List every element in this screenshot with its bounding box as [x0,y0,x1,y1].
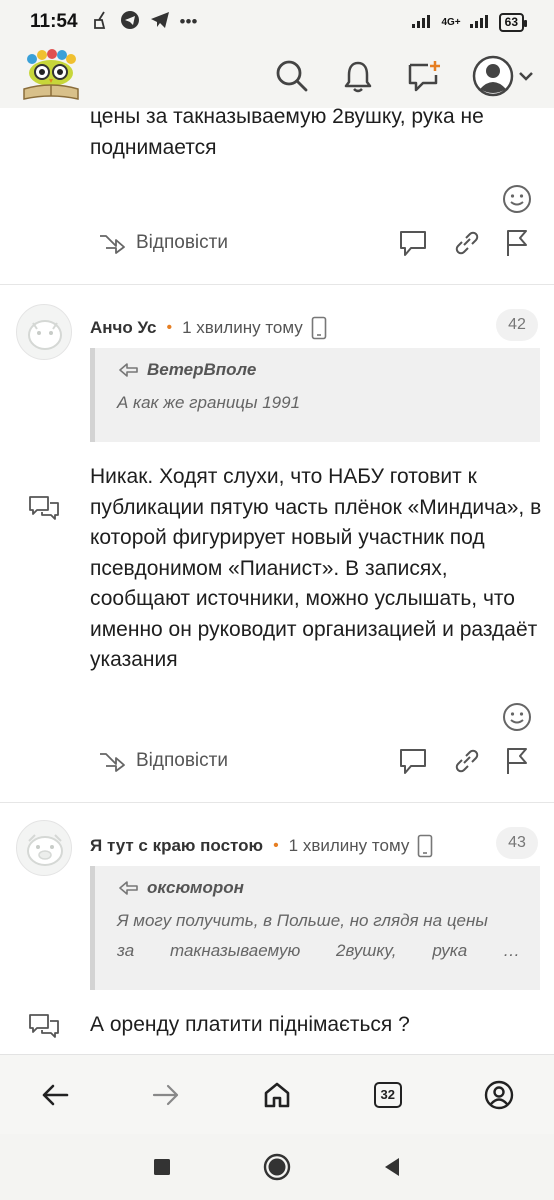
chat-bubble-icon[interactable] [398,746,428,776]
new-indicator-dot: • [273,837,279,854]
back-button[interactable] [30,1070,80,1120]
recents-square-icon[interactable] [153,1158,171,1176]
tabs-count: 32 [373,1081,402,1108]
new-comment-icon [408,61,440,92]
chat-bubbles-icon [29,496,59,520]
comments-feed[interactable]: цены за такназываемую 2вушку, рука не по… [0,108,554,1054]
quote-text-line: за такназываемую 2вушку, рука … [117,941,520,960]
account-button[interactable] [474,1070,524,1120]
home-icon [264,1082,290,1107]
forward-button[interactable] [141,1070,191,1120]
browser-bottom-nav: 32 [0,1054,554,1134]
status-time: 11:54 [30,11,78,32]
home-button[interactable] [252,1070,302,1120]
more-dots-icon: ••• [179,12,198,31]
quote-reply-icon [119,363,138,377]
comment-number-badge[interactable]: 42 [496,309,538,341]
quote-text: Я могу получить, в Польше, но глядя на ц… [117,911,488,930]
comment-author[interactable]: Анчо Ус [90,318,156,338]
chevron-down-icon [519,72,533,81]
broom-icon [92,11,110,34]
comment-time[interactable]: 1 хвилину тому [289,836,410,856]
partial-comment-text: цены за такназываемую 2вушку, рука не по… [90,108,484,159]
arrow-left-icon [43,1084,69,1105]
home-circle-icon[interactable] [263,1153,291,1181]
reply-button[interactable]: Відповісти [98,232,228,254]
link-icon[interactable] [452,228,480,258]
telegram-plane-icon [150,11,170,34]
quote-block[interactable]: оксюморон Я могу получить, в Польше, но … [90,866,540,990]
reply-button[interactable]: Відповісти [98,750,228,772]
smiley-icon [503,185,531,213]
user-avatar-icon [472,55,514,97]
comment-actions: Відповісти [0,744,554,784]
comment-time[interactable]: 1 хвилину тому [182,318,303,338]
chat-bubbles-icon [29,1014,59,1038]
smiley-icon [503,703,531,731]
flag-icon[interactable] [504,228,530,258]
back-triangle-icon[interactable] [383,1157,401,1177]
quote-reply-icon [119,881,138,895]
quote-text: А как же границы 1991 [117,393,301,412]
chat-bubble-icon[interactable] [398,228,428,258]
comment-divider [0,284,554,285]
reply-count-button[interactable] [28,494,60,522]
avatar[interactable] [16,820,72,876]
search-icon [276,60,308,92]
new-comment-button[interactable] [406,58,442,94]
link-icon[interactable] [452,746,480,776]
comment-actions: Відповісти [0,226,554,266]
signal-icon [411,13,433,32]
reaction-button[interactable] [502,702,532,732]
comment-body: Никак. Ходят слухи, что НАБУ готовит к п… [90,465,542,671]
tabs-button[interactable]: 32 [363,1070,413,1120]
reply-arrow-icon [100,753,125,772]
reply-arrow-icon [100,235,125,254]
quote-author: ВетерВполе [147,360,257,379]
bell-icon [344,61,372,93]
comment-divider [0,802,554,803]
account-circle-icon [484,1080,513,1109]
comment-author[interactable]: Я тут с краю постою [90,836,263,856]
system-nav-bar [0,1134,554,1200]
comment-number-badge[interactable]: 43 [496,827,538,859]
comment-meta: Я тут с краю постою • 1 хвилину тому [90,834,433,858]
signal-icon-2 [469,13,491,32]
network-type: 4G+ [441,16,461,28]
site-logo[interactable] [20,49,82,103]
notifications-button[interactable] [340,58,376,94]
profile-menu[interactable] [472,55,534,97]
comment-meta: Анчо Ус • 1 хвилину тому [90,316,327,340]
mobile-device-icon [418,834,433,858]
avatar[interactable] [16,304,72,360]
reply-count-button[interactable] [28,1012,60,1040]
mobile-device-icon [311,316,327,340]
quote-block[interactable]: ВетерВполе А как же границы 1991 [90,348,540,442]
search-button[interactable] [274,58,310,94]
flag-icon[interactable] [504,746,530,776]
telegram-icon [120,10,140,35]
status-bar: 11:54 ••• 4G+ 63 [0,0,554,44]
reaction-button[interactable] [502,184,532,214]
quote-author: оксюморон [147,878,244,897]
comment-body: А оренду платити піднімається ? [90,1013,410,1036]
app-header [0,44,554,108]
new-indicator-dot: • [166,319,173,336]
arrow-right-icon [153,1084,179,1105]
battery-indicator: 63 [498,12,528,32]
